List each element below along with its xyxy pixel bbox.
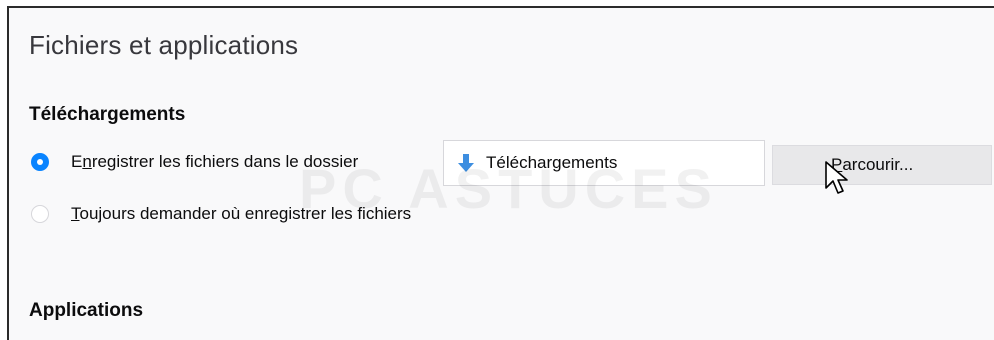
save-to-folder-option[interactable]: Enregistrer les fichiers dans le dossier [31,152,358,172]
always-ask-radio[interactable] [31,205,49,223]
downloads-heading: Téléchargements [29,104,186,125]
download-folder-name: Téléchargements [486,153,618,172]
applications-heading: Applications [29,300,144,321]
section-title: Fichiers et applications [29,30,299,60]
ask-rest: oujours demander où enregistrer les fich… [79,204,412,223]
always-ask-option[interactable]: Toujours demander où enregistrer les fic… [31,204,411,224]
save-access-key: n [82,152,92,171]
browse-rest: arcourir... [842,155,914,174]
ask-access-key: T [71,204,80,223]
save-rest: registrer les fichiers dans le dossier [91,152,359,171]
download-arrow-icon [458,154,474,172]
save-prefix: E [71,152,83,171]
save-to-folder-label[interactable]: Enregistrer les fichiers dans le dossier [71,152,358,172]
download-folder-field[interactable]: Téléchargements [443,140,765,186]
save-to-folder-radio[interactable] [31,153,49,171]
always-ask-label[interactable]: Toujours demander où enregistrer les fic… [71,204,411,224]
mouse-cursor-icon [825,161,848,194]
browse-button[interactable]: Parcourir... [772,145,992,185]
